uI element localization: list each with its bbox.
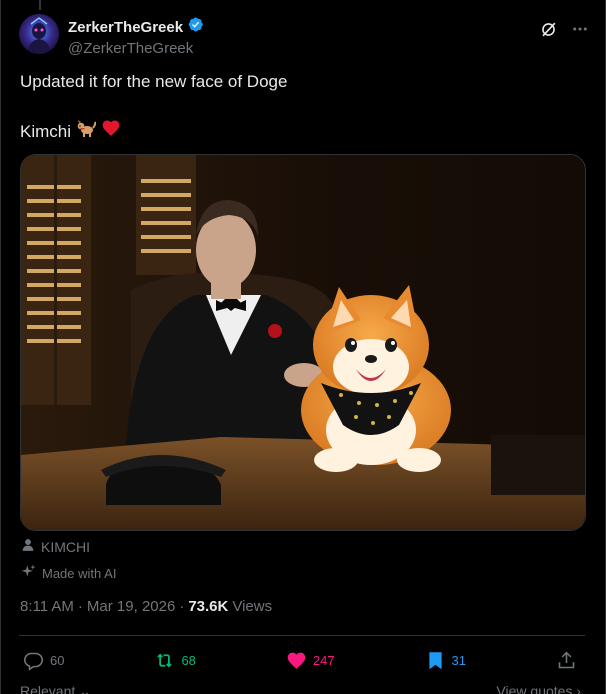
- views-label: Views: [232, 598, 273, 615]
- bookmark-icon: [428, 651, 442, 669]
- made-with-ai-text: Made with AI: [42, 565, 117, 581]
- separator-dot: ·: [77, 598, 83, 615]
- verified-badge-icon: [187, 16, 204, 38]
- bottom-row: Relevant ⌄ View quotes ›: [20, 683, 581, 694]
- display-name[interactable]: ZerkerTheGreek: [68, 19, 183, 36]
- tweet-text-line: Updated it for the new face of Doge: [20, 72, 288, 91]
- view-quotes-label: View quotes: [496, 683, 573, 694]
- dog-emoji-icon: [76, 118, 97, 145]
- bookmark-count: 31: [451, 652, 467, 668]
- separator-dot: ·: [179, 598, 185, 615]
- tweet-text-line-2: Kimchi: [20, 118, 585, 145]
- share-button[interactable]: [556, 650, 577, 671]
- heart-icon: [287, 652, 306, 669]
- repost-count: 68: [181, 652, 196, 668]
- tweet-date[interactable]: Mar 19, 2026: [87, 598, 175, 615]
- more-icon[interactable]: [569, 18, 591, 40]
- reply-button[interactable]: 60: [23, 650, 64, 671]
- relevant-sort[interactable]: Relevant ⌄: [20, 683, 91, 694]
- tweet-actions: 60 68 247 31: [23, 648, 577, 672]
- thread-line: [39, 0, 41, 10]
- tweet-text: Updated it for the new face of Doge Kimc…: [20, 70, 585, 145]
- made-with-ai-label[interactable]: Made with AI: [21, 564, 116, 582]
- views-count[interactable]: 73.6K: [188, 598, 228, 615]
- like-button[interactable]: 247: [286, 650, 335, 671]
- tweet-text-kimchi: Kimchi: [20, 121, 72, 141]
- window-blinds-left: [21, 155, 91, 405]
- tweet-header: ZerkerTheGreek @ZerkerTheGreek: [19, 14, 591, 58]
- tagged-person-name: KIMCHI: [41, 538, 90, 555]
- chevron-down-icon: ⌄: [79, 683, 91, 694]
- repost-button[interactable]: 68: [154, 650, 196, 671]
- tweet-container: ZerkerTheGreek @ZerkerTheGreek Updated i…: [0, 0, 606, 694]
- relevant-label: Relevant: [20, 683, 76, 694]
- tweet-media-image[interactable]: [20, 154, 586, 531]
- display-name-row: ZerkerTheGreek: [68, 16, 204, 38]
- header-actions: [537, 18, 591, 40]
- share-icon: [558, 651, 575, 668]
- grok-icon[interactable]: [537, 18, 559, 40]
- divider: [19, 635, 585, 636]
- window-blinds-middle: [136, 155, 196, 275]
- user-handle[interactable]: @ZerkerTheGreek: [68, 40, 204, 57]
- media-illustration: [21, 155, 585, 530]
- bookmark-button[interactable]: 31: [425, 650, 466, 671]
- tagged-person[interactable]: KIMCHI: [21, 538, 90, 555]
- avatar[interactable]: [19, 14, 59, 54]
- reply-icon: [23, 652, 44, 671]
- repost-icon: [157, 653, 173, 667]
- reply-count: 60: [50, 652, 65, 668]
- user-names: ZerkerTheGreek @ZerkerTheGreek: [68, 16, 204, 57]
- chevron-right-icon: ›: [576, 683, 581, 694]
- red-heart-icon: [101, 118, 121, 145]
- like-count: 247: [312, 652, 335, 668]
- view-quotes-link[interactable]: View quotes ›: [496, 683, 581, 694]
- tweet-time[interactable]: 8:11 AM: [20, 598, 74, 615]
- sparkle-icon: [21, 564, 36, 582]
- person-icon: [21, 538, 35, 555]
- timestamp-row: 8:11 AM · Mar 19, 2026 · 73.6K Views: [20, 598, 272, 615]
